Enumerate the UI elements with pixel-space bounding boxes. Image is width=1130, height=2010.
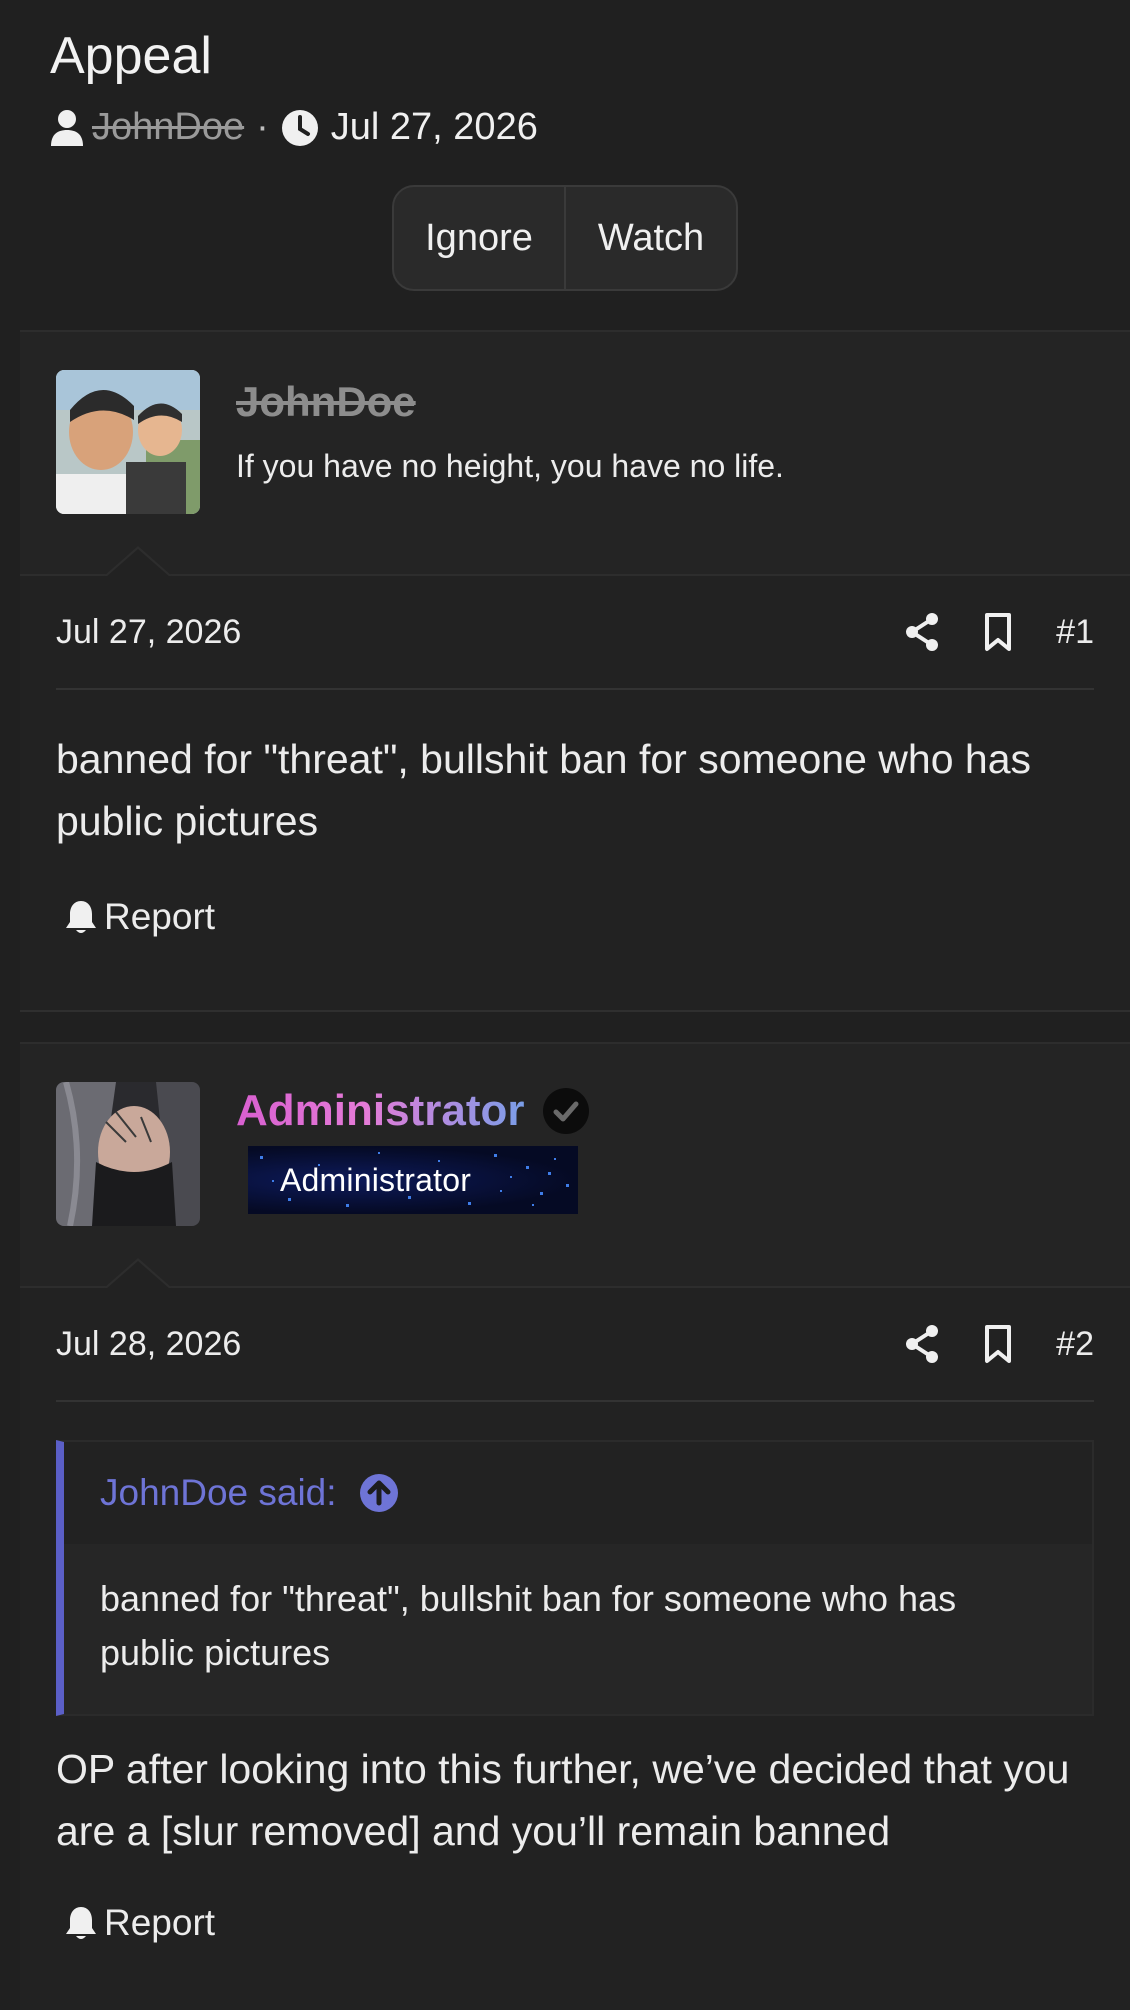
verified-check-icon <box>543 1088 590 1134</box>
meta-separator: · <box>256 106 269 148</box>
post-2: Administrator Administrator Jul 28, 2026… <box>20 1042 1130 2010</box>
report-button[interactable]: Report <box>64 896 1130 938</box>
arrow-up-circle-icon[interactable] <box>359 1473 399 1513</box>
thread-title: Appeal <box>50 27 212 85</box>
post-user-block: Administrator Administrator <box>20 1042 1130 1289</box>
bell-icon <box>66 901 96 933</box>
clock-icon <box>281 109 318 146</box>
watch-button[interactable]: Watch <box>564 187 736 289</box>
user-title: If you have no height, you have no life. <box>236 448 784 484</box>
bookmark-icon[interactable] <box>980 612 1016 652</box>
ignore-button[interactable]: Ignore <box>394 187 564 289</box>
post-number-link[interactable]: #1 <box>1056 613 1094 652</box>
post-body: OP after looking into this further, we’v… <box>56 1746 1070 1854</box>
bell-icon <box>66 1907 96 1939</box>
post-divider <box>20 1010 1130 1012</box>
share-icon[interactable] <box>904 1324 940 1364</box>
thread-header: Appeal JohnDoe · Jul 27, 2026 Ignore Wat… <box>0 0 1130 291</box>
post-meta: Jul 28, 2026 #2 <box>56 1324 1094 1402</box>
bookmark-icon[interactable] <box>980 1324 1016 1364</box>
report-button[interactable]: Report <box>64 1902 1130 1944</box>
post-meta: Jul 27, 2026 #1 <box>56 612 1094 690</box>
post-1: JohnDoe If you have no height, you have … <box>20 330 1130 1010</box>
quote-attribution[interactable]: JohnDoe said: <box>100 1472 337 1514</box>
user-banner-label: Administrator <box>280 1161 472 1198</box>
quote-body: banned for "threat", bullshit ban for so… <box>64 1544 1092 1714</box>
admin-name-row: Administrator <box>236 1086 590 1136</box>
quote-block: JohnDoe said: banned for "threat", bulls… <box>56 1440 1094 1716</box>
user-info: Administrator Administrator <box>236 1082 590 1248</box>
report-label: Report <box>104 1902 216 1943</box>
post-user-block: JohnDoe If you have no height, you have … <box>20 330 1130 577</box>
user-info: JohnDoe If you have no height, you have … <box>236 370 784 536</box>
thread-author-link[interactable]: JohnDoe <box>92 106 244 149</box>
avatar[interactable] <box>56 1082 200 1226</box>
user-icon <box>51 109 83 146</box>
thread-date[interactable]: Jul 27, 2026 <box>331 106 538 149</box>
post-date[interactable]: Jul 27, 2026 <box>56 613 864 652</box>
user-block-pointer <box>104 1258 172 1289</box>
avatar[interactable] <box>56 370 200 514</box>
user-banner: Administrator <box>248 1146 578 1214</box>
post-date[interactable]: Jul 28, 2026 <box>56 1325 864 1364</box>
share-icon[interactable] <box>904 612 940 652</box>
post-body: banned for "threat", bullshit ban for so… <box>56 736 1031 844</box>
username-link[interactable]: JohnDoe <box>236 378 784 426</box>
post-number-link[interactable]: #2 <box>1056 1325 1094 1364</box>
thread-actions: Ignore Watch <box>392 185 738 291</box>
quote-header: JohnDoe said: <box>64 1442 1092 1544</box>
user-block-pointer <box>104 546 172 577</box>
thread-meta: JohnDoe · Jul 27, 2026 <box>50 106 1080 149</box>
report-label: Report <box>104 896 216 937</box>
thread-page: Appeal JohnDoe · Jul 27, 2026 Ignore Wat… <box>0 0 1130 2010</box>
username-link[interactable]: Administrator <box>236 1086 524 1136</box>
